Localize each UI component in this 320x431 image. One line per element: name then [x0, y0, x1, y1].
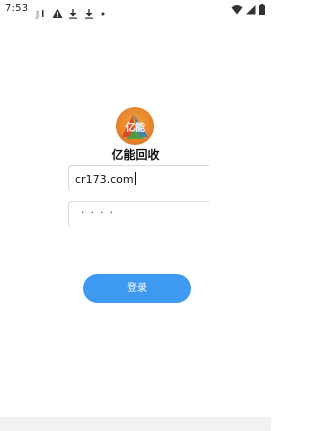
svg-text:𝕁: 𝕁: [36, 10, 39, 19]
text-caret: [134, 172, 136, 185]
status-icons-right: [231, 3, 265, 15]
login-button-label: 登录: [127, 283, 147, 294]
dot-icon: [100, 4, 110, 15]
download-icon: [68, 4, 78, 19]
navigation-bar: [0, 417, 271, 431]
password-field[interactable]: ····: [68, 201, 209, 228]
app-name: 亿能回收: [111, 148, 160, 162]
password-mask: ····: [81, 206, 119, 219]
app-logo: 亿能: [116, 107, 154, 145]
login-button[interactable]: 登录: [83, 274, 191, 303]
battery-icon: [259, 0, 265, 19]
warning-icon: [52, 4, 63, 18]
status-bar: 7:53 𝕁: [0, 0, 271, 20]
cellular-signal-icon: [246, 0, 256, 19]
signal-badge-icon: 𝕁: [35, 4, 46, 19]
download-icon: [84, 4, 94, 19]
wifi-icon: [231, 0, 243, 19]
status-icons-left: 𝕁: [35, 3, 110, 19]
username-value[interactable]: cr173.com: [75, 172, 136, 186]
status-time: 7:53: [5, 3, 29, 14]
username-field[interactable]: cr173.com: [68, 165, 209, 192]
logo-text: 亿能: [125, 123, 146, 134]
